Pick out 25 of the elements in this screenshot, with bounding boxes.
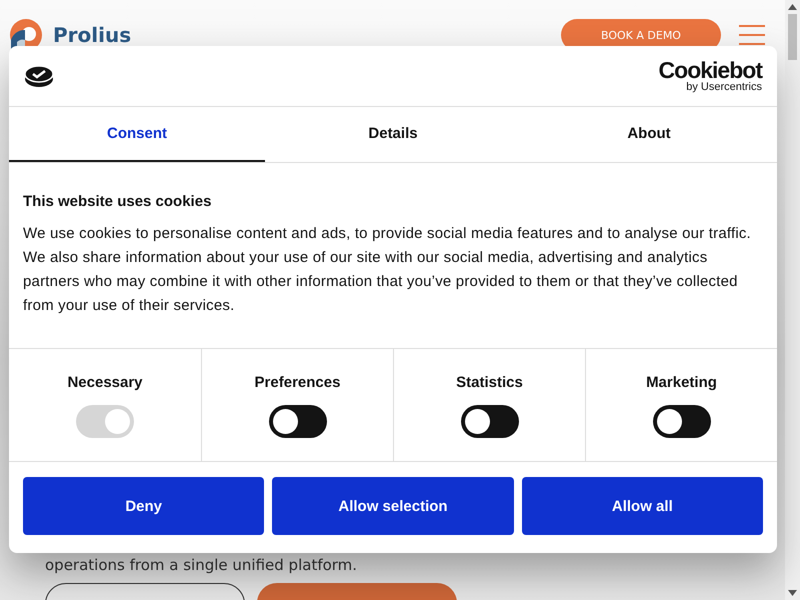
consent-button[interactable]: Allow selection: [272, 477, 514, 535]
cookiebot-logo: Cookiebot: [658, 59, 762, 81]
dialog-tab[interactable]: Consent: [9, 107, 265, 162]
toggle-switch[interactable]: [268, 405, 326, 438]
toggle-switch[interactable]: [460, 405, 518, 438]
category-label: Preferences: [254, 374, 340, 391]
category-label: Statistics: [456, 374, 523, 391]
scrollbar-thumb[interactable]: [788, 14, 797, 60]
brand-name: Prolius: [53, 23, 132, 47]
intro-text: operations from a single unified platform.: [45, 556, 358, 574]
cookie-check-icon: [24, 64, 54, 88]
scrollbar[interactable]: [785, 0, 800, 600]
category-label: Marketing: [646, 374, 717, 391]
toggle-switch[interactable]: [652, 405, 710, 438]
consent-button[interactable]: Allow all: [522, 477, 763, 535]
dialog-heading: This website uses cookies: [23, 193, 212, 210]
scroll-up-icon[interactable]: [788, 3, 797, 11]
logo-subtitle: by Usercentrics: [686, 81, 762, 93]
category-label: Necessary: [67, 374, 143, 391]
dialog-description: We use cookies to personalise content and ads, to provide social media features and to analyse our traffic. We also share information about your use of our site with our social media, advertising and analytics partners who may combine it with other information that you’ve provided to them or that they’ve collected from your use of their services.: [23, 224, 752, 316]
consent-button[interactable]: Deny: [23, 477, 264, 535]
dialog-tab[interactable]: About: [521, 107, 777, 162]
scroll-down-icon[interactable]: [788, 589, 797, 597]
dialog-tab[interactable]: Details: [265, 107, 521, 162]
menu-icon[interactable]: [739, 24, 765, 46]
